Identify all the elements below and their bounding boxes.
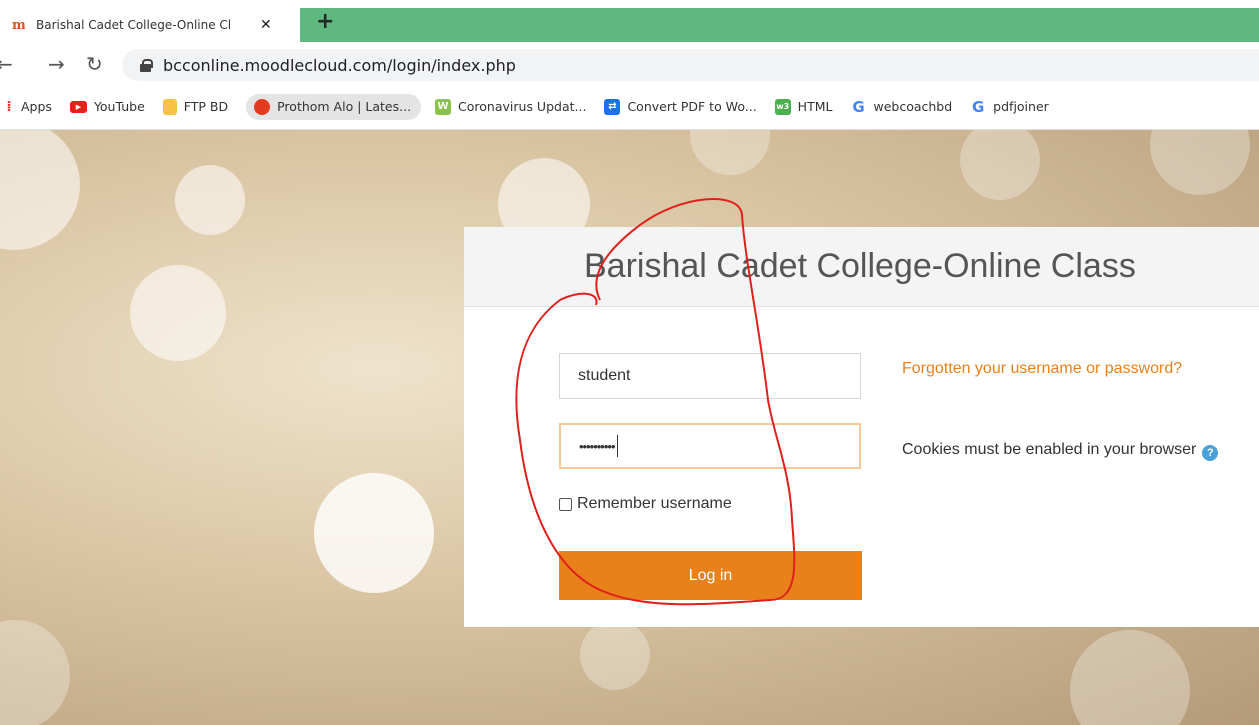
forward-arrow-icon[interactable]: → [48,52,65,76]
tab-title: Barishal Cadet College-Online Cl [36,18,232,32]
username-input[interactable]: student [559,353,861,399]
bookmark-coronavirus[interactable]: W Coronavirus Updat... [435,98,587,115]
bookmark-label: Prothom Alo | Lates... [277,99,412,114]
bokeh-light [314,473,434,593]
reload-icon[interactable]: ↻ [86,52,103,76]
help-icon[interactable]: ? [1202,445,1219,461]
address-bar[interactable]: bcconline.moodlecloud.com/login/index.ph… [122,49,1259,81]
bokeh-light [175,165,245,235]
address-url: bcconline.moodlecloud.com/login/index.ph… [163,55,516,75]
login-page: Barishal Cadet College-Online Class stud… [0,130,1259,725]
bokeh-light [130,265,226,361]
tab-close-icon[interactable]: ✕ [260,17,272,33]
bokeh-light [1150,130,1250,195]
lock-icon [140,58,153,72]
apps-grid-icon: ⁞ [6,98,12,115]
bokeh-light [0,130,80,250]
back-arrow-icon[interactable]: ← [0,52,13,76]
password-input[interactable]: •••••••••• [559,423,861,469]
tab-strip: m Barishal Cadet College-Online Cl ✕ + [0,0,1259,42]
site-title: Barishal Cadet College-Online Class [464,227,1259,307]
google-icon: G [972,97,985,116]
pdf-convert-icon: ⇄ [604,98,621,115]
bookmark-label: HTML [797,99,833,114]
prothom-alo-icon [254,98,271,115]
bookmarks-bar: ⁞ Apps ▶ YouTube FTP BD Prothom Alo | La… [0,84,1259,130]
bookmark-label: Convert PDF to Wo... [627,99,757,114]
bookmark-pdfjoiner[interactable]: G pdfjoiner [970,97,1049,116]
w3schools-icon: w3 [774,98,791,115]
bookmark-html[interactable]: w3 HTML [774,98,833,115]
remember-username-checkbox[interactable] [559,497,572,511]
bookmark-label: FTP BD [183,99,229,114]
bookmark-webcoachbd[interactable]: G webcoachbd [850,97,953,116]
worldometer-icon: W [435,98,452,115]
forgot-password-link[interactable]: Forgotten your username or password? [902,357,1202,381]
bookmark-ftp-bd[interactable]: FTP BD [162,98,229,115]
password-value: •••••••••• [579,438,616,454]
login-card: Barishal Cadet College-Online Class stud… [464,227,1259,627]
bookmark-label: pdfjoiner [993,99,1049,114]
new-tab-button[interactable]: + [316,9,334,34]
tab-strip-background [293,8,1259,42]
bookmark-label: Coronavirus Updat... [458,99,587,114]
bookmark-youtube[interactable]: ▶ YouTube [69,99,145,114]
cookies-notice: Cookies must be enabled in your browser? [902,437,1222,462]
bookmark-convert-pdf[interactable]: ⇄ Convert PDF to Wo... [604,98,757,115]
browser-tab-active[interactable]: m Barishal Cadet College-Online Cl ✕ [0,8,300,42]
bokeh-light [960,130,1040,200]
browser-toolbar: ← → ↻ bcconline.moodlecloud.com/login/in… [0,42,1259,84]
bookmark-label: Apps [21,99,52,114]
cookies-notice-text: Cookies must be enabled in your browser [902,441,1197,458]
youtube-icon: ▶ [69,100,87,113]
username-value: student [578,367,631,384]
bokeh-light [1070,630,1190,725]
login-button[interactable]: Log in [559,551,862,600]
folder-icon [162,98,177,115]
remember-username[interactable]: Remember username [559,495,732,513]
remember-username-label: Remember username [577,495,732,512]
bokeh-light [580,620,650,690]
bookmark-apps[interactable]: ⁞ Apps [4,99,52,115]
bookmark-label: YouTube [93,99,145,114]
bokeh-light [690,130,770,175]
bookmark-prothom-alo[interactable]: Prothom Alo | Lates... [246,93,422,120]
moodle-favicon-icon: m [12,18,26,33]
text-caret [616,435,618,457]
bookmark-label: webcoachbd [873,99,953,114]
bokeh-light [0,620,70,725]
google-icon: G [852,97,865,116]
